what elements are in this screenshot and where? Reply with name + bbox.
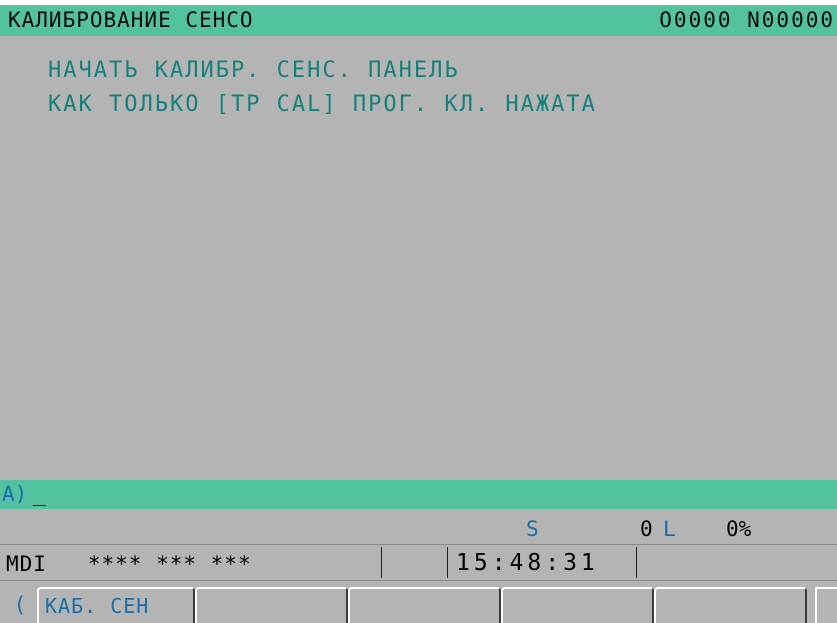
status-divider <box>381 547 382 578</box>
message-line-2: КАК ТОЛЬКО [TP CAL] ПРОГ. КЛ. НАЖАТА <box>48 92 597 117</box>
softkey-label: КАБ. СЕН <box>45 594 150 618</box>
input-cursor: _ <box>33 482 46 506</box>
spindle-status: S 0 L 0% <box>0 509 837 544</box>
status-divider <box>447 547 448 578</box>
status-fields: **** *** *** <box>87 552 252 576</box>
softkey-prev-button[interactable]: ( <box>7 587 33 623</box>
softkey-4[interactable] <box>501 587 654 623</box>
load-percent: 0% <box>726 517 752 541</box>
message-line-1: НАЧАТЬ КАЛИБР. СЕНС. ПАНЕЛЬ <box>48 58 460 83</box>
softkey-touch-panel-calibration[interactable]: КАБ. СЕН <box>37 587 195 623</box>
spindle-value: 0 <box>640 517 653 541</box>
softkey-5[interactable] <box>654 587 807 623</box>
spindle-label: S <box>526 517 539 541</box>
softkey-3[interactable] <box>348 587 501 623</box>
operation-mode: MDI **** *** *** <box>6 552 252 576</box>
program-number: O0000 N00000 <box>659 8 835 32</box>
mode-label: MDI <box>6 552 47 576</box>
message-area: НАЧАТЬ КАЛИБР. СЕНС. ПАНЕЛЬ КАК ТОЛЬКО [… <box>0 36 837 480</box>
softkey-next-button[interactable] <box>815 587 837 623</box>
input-prompt: A) <box>2 482 28 506</box>
status-divider <box>636 547 637 578</box>
key-input-line[interactable]: A) _ <box>0 480 837 509</box>
mode-status-bar: MDI **** *** *** 15:48:31 <box>0 544 837 581</box>
screen-title: КАЛИБРОВАНИЕ СЕНСО <box>8 8 254 32</box>
softkey-bar: ( КАБ. СЕН <box>0 581 837 623</box>
load-label: L <box>663 517 676 541</box>
screen-header: КАЛИБРОВАНИЕ СЕНСО O0000 N00000 <box>0 5 837 36</box>
softkey-2[interactable] <box>195 587 348 623</box>
clock: 15:48:31 <box>456 550 599 576</box>
